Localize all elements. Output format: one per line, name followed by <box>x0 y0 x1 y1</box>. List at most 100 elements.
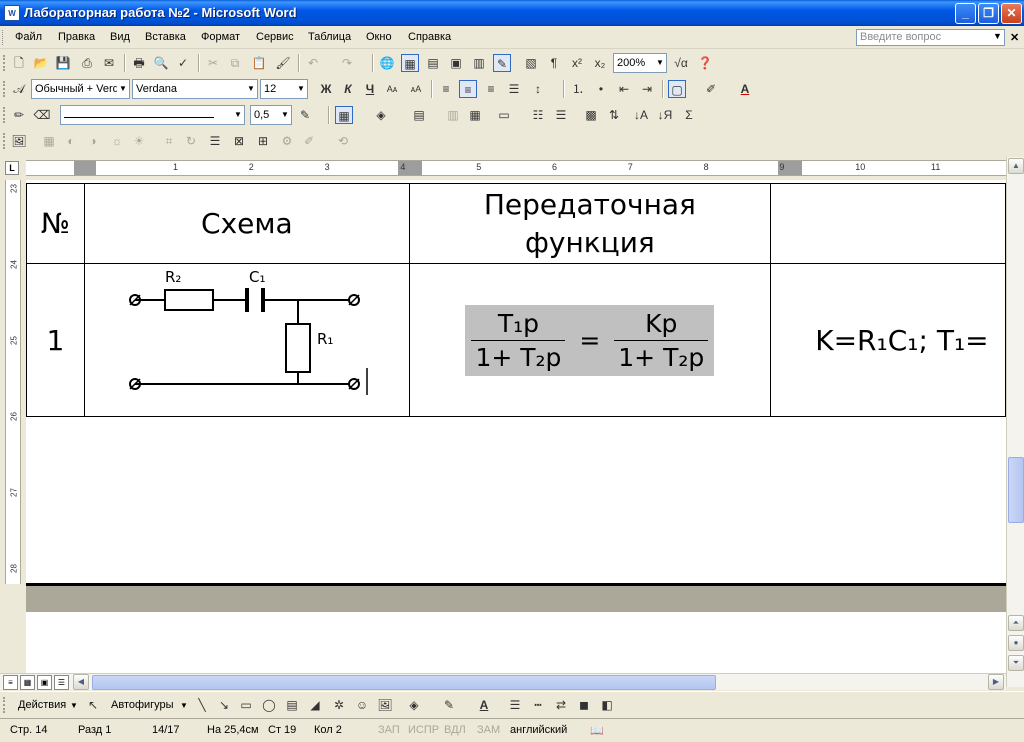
toolbar-grip[interactable] <box>3 55 7 71</box>
compress-icon[interactable]: ⊠ <box>230 132 248 150</box>
next-page-icon[interactable]: ⏷ <box>1008 655 1024 671</box>
toolbar-grip[interactable] <box>3 697 7 713</box>
maximize-button[interactable]: ❐ <box>978 3 999 24</box>
close-document-icon[interactable]: ✕ <box>1010 31 1019 44</box>
help-icon[interactable]: ❓ <box>696 54 714 72</box>
row-number[interactable]: 1 <box>26 263 85 417</box>
horizontal-ruler[interactable]: 123456789101112 <box>26 160 1017 176</box>
align-right-icon[interactable]: ≡ <box>482 80 500 98</box>
menu-insert[interactable]: Вставка <box>145 31 186 43</box>
drawing-icon[interactable]: ✎ <box>493 54 511 72</box>
insert-picture-icon[interactable]: 🖼 <box>376 696 394 714</box>
scroll-left-icon[interactable]: ◀ <box>73 674 89 690</box>
chevron-down-icon[interactable]: ▼ <box>245 80 257 98</box>
merge-cells-icon[interactable]: ▥ <box>444 106 462 124</box>
header-scheme[interactable]: Схема <box>83 183 410 264</box>
borders-icon[interactable]: ▢ <box>668 80 686 98</box>
diagram-icon[interactable]: ✲ <box>330 696 348 714</box>
format-picture-icon[interactable]: ⚙ <box>278 132 296 150</box>
vertical-scrollbar[interactable]: ▲ ⏶ ● ⏷ <box>1006 157 1024 687</box>
menu-window[interactable]: Окно <box>366 31 392 43</box>
spelling-status-icon[interactable]: 📖 <box>590 724 604 737</box>
equation-icon[interactable]: √α <box>672 54 690 72</box>
toolbar-grip[interactable] <box>3 133 7 149</box>
circuit-cell[interactable]: R₂ C₁ R₁ <box>83 263 410 417</box>
header-parameters[interactable] <box>769 183 1006 264</box>
actions-menu[interactable]: Действия <box>18 699 66 711</box>
superscript-icon[interactable]: x² <box>568 54 586 72</box>
line-icon[interactable]: ╲ <box>193 696 211 714</box>
menu-tools[interactable]: Сервис <box>256 31 294 43</box>
grow-font-icon[interactable]: Aᴀ <box>383 80 401 98</box>
line-spacing-icon[interactable]: ↕ <box>529 80 547 98</box>
select-objects-icon[interactable]: ↖ <box>84 696 102 714</box>
horizontal-scroll-thumb[interactable] <box>92 675 716 690</box>
font-color-icon[interactable]: A <box>475 696 493 714</box>
more-brightness-icon[interactable]: ☼ <box>108 132 126 150</box>
table-autoformat-icon[interactable]: ▩ <box>582 106 600 124</box>
wordart-icon[interactable]: ◢ <box>306 696 324 714</box>
transfer-function-formula[interactable]: T₁p 1+ T₂p = Kp 1+ T₂p <box>465 304 715 376</box>
arrow-style-icon[interactable]: ⇄ <box>552 696 570 714</box>
chevron-down-icon[interactable]: ▼ <box>279 106 291 124</box>
line-weight-select[interactable]: 0,5 ▼ <box>250 105 292 125</box>
menu-edit[interactable]: Правка <box>58 31 95 43</box>
status-overtype[interactable]: ЗАМ <box>477 724 500 736</box>
italic-icon[interactable]: К <box>339 80 357 98</box>
vertical-ruler[interactable]: 23 24 25 26 27 28 <box>5 180 21 584</box>
tab-selector[interactable]: L <box>5 161 19 175</box>
text-direction-icon[interactable]: ⇅ <box>605 106 623 124</box>
dash-style-icon[interactable]: ┅ <box>529 696 547 714</box>
normal-view-icon[interactable]: ≡ <box>3 675 18 690</box>
align-center-icon[interactable]: ≡ <box>459 80 477 98</box>
permission-icon[interactable]: ⎙ <box>78 54 96 72</box>
show-hide-icon[interactable]: ¶ <box>545 54 563 72</box>
scroll-right-icon[interactable]: ▶ <box>988 674 1004 690</box>
increase-indent-icon[interactable]: ⇥ <box>638 80 656 98</box>
parameters-cell[interactable]: K=R₁C₁; T₁= <box>769 263 1006 417</box>
menu-help[interactable]: Справка <box>408 31 451 43</box>
shading-color-icon[interactable]: ◈ <box>372 106 390 124</box>
email-icon[interactable]: ✉ <box>100 54 118 72</box>
open-folder-icon[interactable]: 📂 <box>32 54 50 72</box>
redo-icon[interactable]: ↷ <box>338 54 356 72</box>
document-map-icon[interactable]: ▧ <box>522 54 540 72</box>
cut-icon[interactable]: ✂ <box>204 54 222 72</box>
web-view-icon[interactable]: ▦ <box>20 675 35 690</box>
chevron-down-icon[interactable]: ▼ <box>654 54 666 72</box>
fill-color-icon[interactable]: ◈ <box>405 696 423 714</box>
insert-excel-icon[interactable]: ▣ <box>447 54 465 72</box>
rectangle-icon[interactable]: ▭ <box>237 696 255 714</box>
line-style-icon[interactable]: ☰ <box>206 132 224 150</box>
rotate-icon[interactable]: ↻ <box>182 132 200 150</box>
header-transfer-function[interactable]: Передаточная функция <box>408 183 771 264</box>
distribute-rows-icon[interactable]: ☷ <box>529 106 547 124</box>
bullets-icon[interactable]: • <box>592 80 610 98</box>
insert-picture-icon[interactable]: 🖼 <box>10 132 28 150</box>
line-style-select[interactable]: ▼ <box>60 105 245 125</box>
print-icon[interactable]: 🖶 <box>130 54 148 72</box>
ruler-margin-marker[interactable] <box>74 161 96 175</box>
line-style-icon[interactable]: ☰ <box>506 696 524 714</box>
less-brightness-icon[interactable]: ☀ <box>130 132 148 150</box>
styles-icon[interactable]: 𝒜 <box>10 80 28 98</box>
browse-object-icon[interactable]: ● <box>1008 635 1024 651</box>
chevron-down-icon[interactable]: ▼ <box>295 80 307 98</box>
sort-ascending-icon[interactable]: ↓A <box>632 106 650 124</box>
format-painter-icon[interactable]: 🖌 <box>274 54 292 72</box>
eraser-icon[interactable]: ⌫ <box>33 106 51 124</box>
draw-table-icon[interactable]: ✏ <box>10 106 28 124</box>
close-button[interactable]: ✕ <box>1001 3 1022 24</box>
decrease-indent-icon[interactable]: ⇤ <box>615 80 633 98</box>
highlight-icon[interactable]: ✐ <box>702 80 720 98</box>
insert-table-icon[interactable]: ▤ <box>424 54 442 72</box>
scroll-up-icon[interactable]: ▲ <box>1008 158 1024 174</box>
print-layout-icon[interactable]: ▣ <box>37 675 52 690</box>
sort-descending-icon[interactable]: ↓Я <box>656 106 674 124</box>
bold-icon[interactable]: Ж <box>317 80 335 98</box>
chevron-down-icon[interactable]: ▼ <box>117 80 129 98</box>
set-transparent-icon[interactable]: ✐ <box>300 132 318 150</box>
split-cells-icon[interactable]: ▦ <box>466 106 484 124</box>
copy-icon[interactable]: ⧉ <box>226 54 244 72</box>
autosum-icon[interactable]: Σ <box>680 106 698 124</box>
